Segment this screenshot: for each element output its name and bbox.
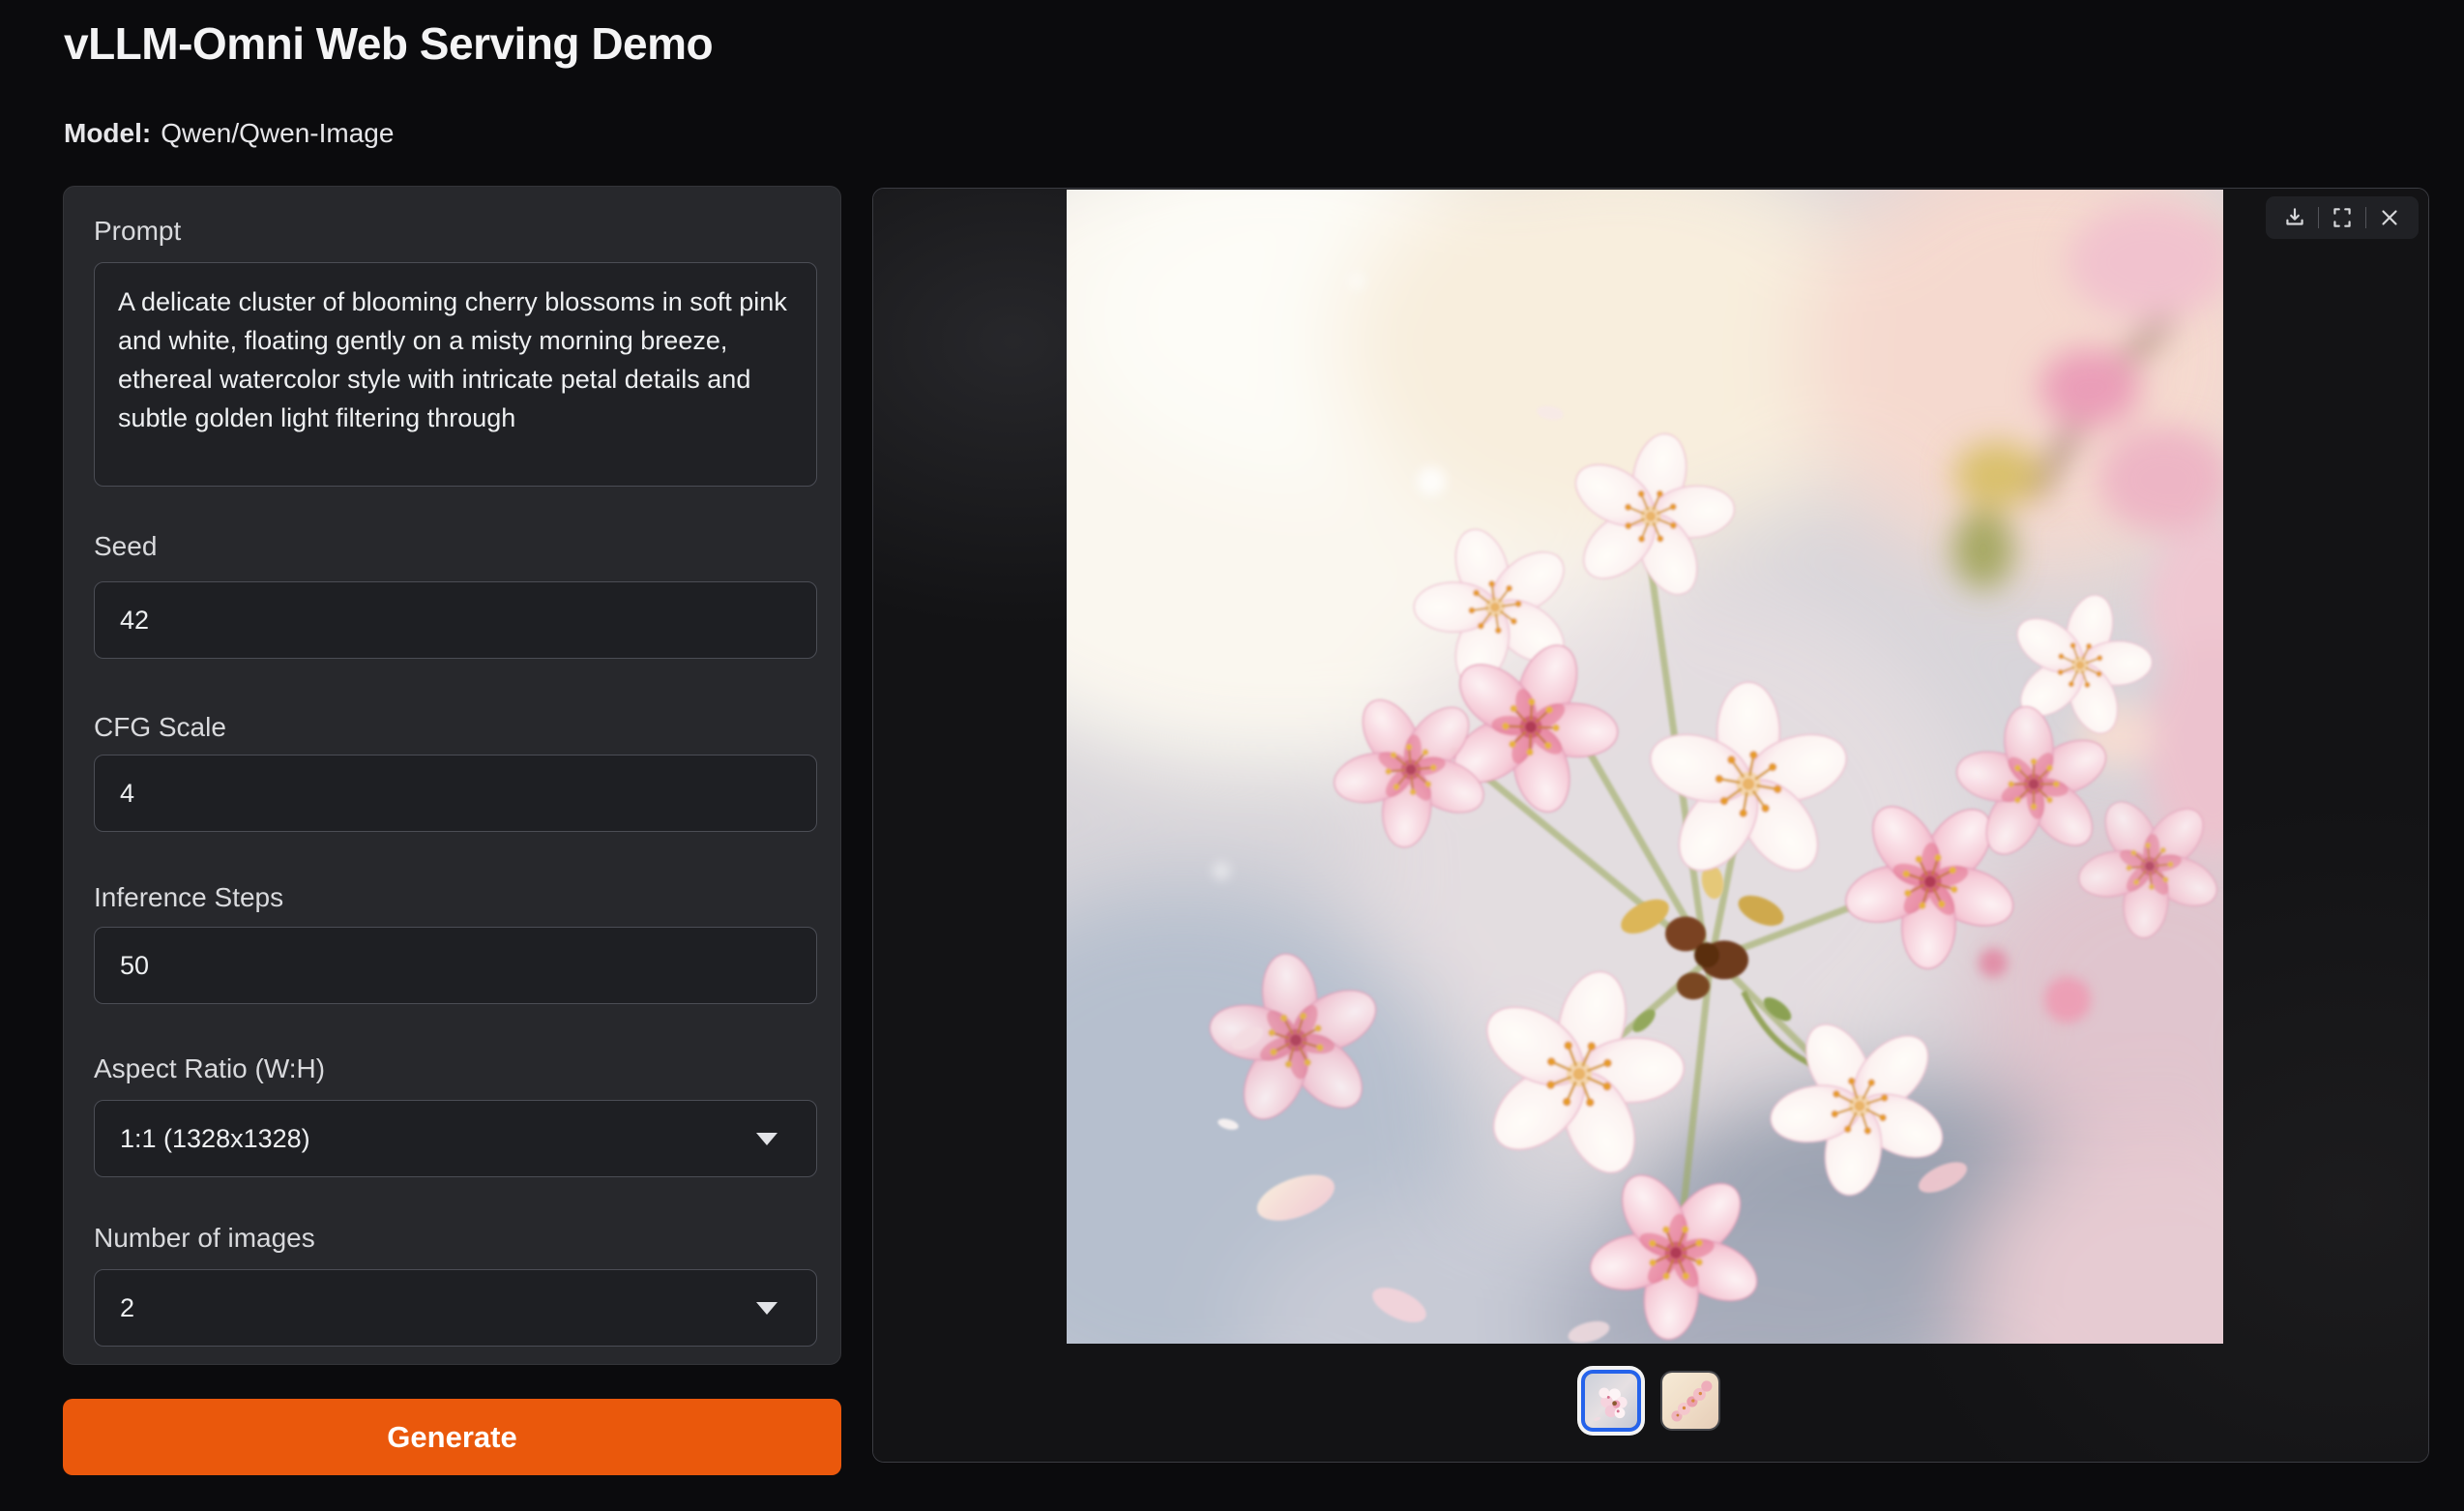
prompt-label: Prompt — [94, 216, 181, 247]
thumbnail-selected[interactable] — [1581, 1370, 1641, 1432]
seed-input[interactable] — [94, 581, 817, 659]
model-value: Qwen/Qwen-Image — [161, 118, 394, 148]
num-images-value: 2 — [120, 1293, 134, 1323]
cfg-scale-input[interactable] — [94, 755, 817, 832]
fullscreen-icon — [2330, 205, 2355, 230]
preview-image[interactable] — [1067, 190, 2223, 1344]
thumbnail-2[interactable] — [1660, 1371, 1720, 1431]
close-button[interactable] — [2366, 200, 2413, 235]
gallery-panel — [872, 188, 2429, 1463]
close-icon — [2377, 205, 2402, 230]
inference-steps-label: Inference Steps — [94, 882, 283, 913]
aspect-ratio-value: 1:1 (1328x1328) — [120, 1124, 310, 1154]
page-title: vLLM-Omni Web Serving Demo — [64, 17, 713, 70]
inference-steps-input[interactable] — [94, 927, 817, 1004]
fullscreen-button[interactable] — [2319, 200, 2365, 235]
seed-label: Seed — [94, 531, 157, 562]
preview-toolbar — [2266, 196, 2419, 239]
generate-button[interactable]: Generate — [63, 1399, 841, 1475]
aspect-ratio-label: Aspect Ratio (W:H) — [94, 1053, 325, 1084]
generation-settings-panel: Prompt A delicate cluster of blooming ch… — [63, 186, 841, 1365]
download-button[interactable] — [2272, 200, 2318, 235]
chevron-down-icon — [756, 1133, 777, 1145]
chevron-down-icon — [756, 1302, 777, 1315]
model-line: Model: Qwen/Qwen-Image — [64, 118, 394, 149]
aspect-ratio-select[interactable]: 1:1 (1328x1328) — [94, 1100, 817, 1177]
num-images-label: Number of images — [94, 1223, 315, 1254]
prompt-textarea[interactable]: A delicate cluster of blooming cherry bl… — [94, 262, 817, 487]
model-label: Model: — [64, 118, 151, 148]
download-icon — [2282, 205, 2307, 230]
cfg-scale-label: CFG Scale — [94, 712, 226, 743]
thumbnail-strip — [873, 1370, 2428, 1432]
num-images-select[interactable]: 2 — [94, 1269, 817, 1347]
